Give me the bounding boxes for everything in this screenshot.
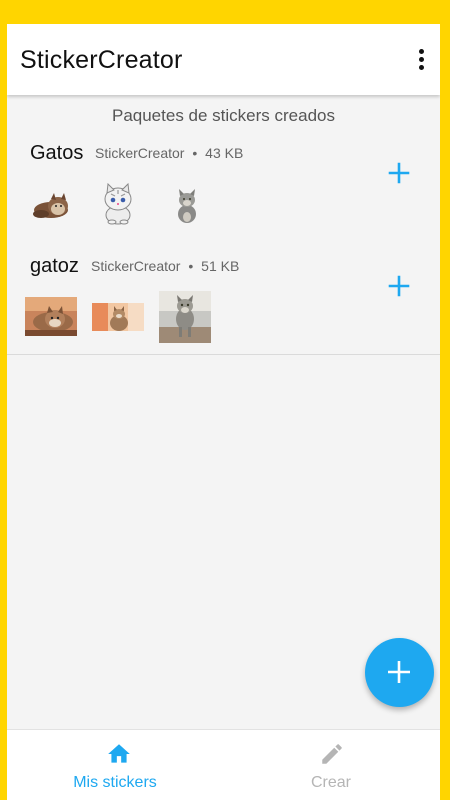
sticker-pack-row[interactable]: gatoz StickerCreator • 51 KB xyxy=(7,241,440,355)
bottom-navigation: Mis stickers Crear xyxy=(7,729,440,800)
cat-lying-sticker xyxy=(33,193,68,218)
add-icon[interactable] xyxy=(388,275,410,297)
app-bar: StickerCreator xyxy=(7,24,440,95)
cat-photo-sitting-sticker xyxy=(92,303,144,331)
pack-publisher: StickerCreator xyxy=(95,145,185,161)
grey-cat-sitting-sticker xyxy=(178,189,196,223)
section-header: Paquetes de stickers creados xyxy=(111,106,335,125)
create-pack-fab[interactable] xyxy=(365,638,434,707)
cartoon-kitten-sticker xyxy=(104,183,132,225)
nav-item-crear[interactable]: Crear xyxy=(223,730,439,800)
cat-photo-walking-sticker xyxy=(159,291,211,343)
home-icon xyxy=(108,744,130,763)
pack-size: 51 KB xyxy=(201,258,240,274)
pack-size: 43 KB xyxy=(205,145,244,161)
pack-meta: StickerCreator • 43 KB xyxy=(95,145,243,161)
cat-photo-lying-sticker xyxy=(25,297,77,336)
more-vert-icon[interactable] xyxy=(409,46,433,74)
pack-meta: StickerCreator • 51 KB xyxy=(91,258,239,274)
nav-label: Crear xyxy=(310,774,351,791)
add-icon[interactable] xyxy=(388,162,410,184)
app-window: StickerCreator Paquetes de stickers crea… xyxy=(7,24,440,800)
pack-publisher: StickerCreator xyxy=(91,258,181,274)
add-icon xyxy=(388,661,410,683)
meta-separator: • xyxy=(192,145,198,161)
nav-label: Mis stickers xyxy=(73,774,157,791)
pack-name: gatoz xyxy=(30,255,79,277)
pencil-icon xyxy=(322,744,342,764)
pack-name: Gatos xyxy=(30,142,84,164)
sticker-pack-row[interactable]: Gatos StickerCreator • 43 KB xyxy=(7,128,440,242)
app-title: StickerCreator xyxy=(20,46,183,74)
meta-separator: • xyxy=(188,258,194,274)
nav-item-mis-stickers[interactable]: Mis stickers xyxy=(7,730,223,800)
